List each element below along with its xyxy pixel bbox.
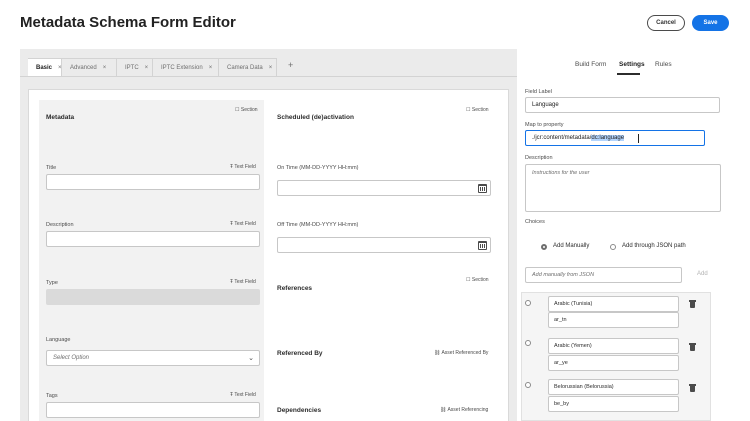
add-manually-label: Add Manually	[553, 243, 590, 249]
save-button[interactable]: Save	[692, 15, 729, 31]
title-label: Title	[46, 165, 57, 171]
field-label-input[interactable]: Language	[525, 97, 720, 113]
cancel-button[interactable]: Cancel	[647, 15, 685, 31]
text-field-tag: Ŧ Text Field	[230, 279, 256, 285]
top-bar: Metadata Schema Form Editor Cancel Save	[0, 0, 750, 48]
description-textarea[interactable]: Instructions for the user	[525, 164, 721, 212]
referenced-by-header[interactable]: Referenced By	[277, 350, 323, 357]
tags-field[interactable]	[46, 402, 260, 418]
tab-label: Basic	[36, 64, 53, 71]
editor-workspace: Basic × Advanced × IPTC × IPTC Extension…	[20, 49, 730, 421]
tab-rules[interactable]: Rules	[655, 61, 672, 68]
section-tag: ☐ Section	[466, 277, 489, 283]
language-label: Language	[46, 337, 71, 343]
add-json-label: Add through JSON path	[622, 243, 686, 249]
close-icon[interactable]: ×	[145, 65, 149, 71]
choice-radio[interactable]	[525, 340, 531, 346]
calendar-icon[interactable]	[478, 241, 487, 250]
add-json-radio[interactable]	[610, 244, 616, 250]
tab-build-form[interactable]: Build Form	[575, 61, 606, 68]
close-icon[interactable]: ×	[103, 65, 107, 71]
text-field-tag: Ŧ Text Field	[230, 392, 256, 398]
map-to-property-input[interactable]: ./jcr:content/metadata/dc:language	[525, 130, 705, 146]
section-tag: ☐ Section	[235, 107, 258, 113]
on-time-label: On Time (MM-DD-YYYY HH:mm)	[277, 165, 359, 171]
off-time-label: Off Time (MM-DD-YYYY HH:mm)	[277, 222, 359, 228]
dependencies-header[interactable]: Dependencies	[277, 407, 321, 414]
scheduled-section-header[interactable]: Scheduled (de)activation	[277, 114, 354, 121]
tab-label: Advanced	[70, 64, 97, 71]
type-field[interactable]	[46, 289, 260, 305]
tab-iptc[interactable]: IPTC ×	[117, 58, 153, 76]
tab-basic[interactable]: Basic ×	[28, 58, 62, 76]
tags-label: Tags	[46, 393, 58, 399]
page-title: Metadata Schema Form Editor	[20, 14, 236, 31]
add-manually-radio[interactable]	[541, 244, 547, 250]
asset-referenced-by-tag: ⛓ Asset Referenced By	[434, 350, 489, 356]
tab-settings[interactable]: Settings	[619, 61, 645, 68]
text-field-tag: Ŧ Text Field	[230, 221, 256, 227]
tab-camera-data[interactable]: Camera Data ×	[219, 58, 277, 76]
trash-icon[interactable]	[689, 300, 696, 308]
on-time-field[interactable]	[277, 180, 491, 196]
form-canvas: Metadata ☐ Section Title Ŧ Text Field De…	[28, 89, 509, 421]
choice-radio[interactable]	[525, 300, 531, 306]
choice-text-input[interactable]: Belorussian (Belorussia)	[548, 379, 679, 395]
description-label: Description	[46, 222, 74, 228]
close-icon[interactable]: ×	[209, 65, 213, 71]
text-field-tag: Ŧ Text Field	[230, 164, 256, 170]
tab-label: IPTC	[125, 64, 139, 71]
title-field[interactable]	[46, 174, 260, 190]
choice-text-input[interactable]: Arabic (Yemen)	[548, 338, 679, 354]
close-icon[interactable]: ×	[269, 65, 273, 71]
choice-radio[interactable]	[525, 382, 531, 388]
description-field[interactable]	[46, 231, 260, 247]
map-to-property-title: Map to property	[525, 122, 564, 128]
json-input[interactable]: Add manually from JSON	[525, 267, 682, 283]
choices-list: Arabic (Tunisia) ar_tn Arabic (Yemen) ar…	[521, 292, 711, 421]
field-label-title: Field Label	[525, 89, 552, 95]
column-1	[39, 100, 264, 421]
active-tab-indicator	[617, 73, 640, 75]
type-label: Type	[46, 280, 58, 286]
calendar-icon[interactable]	[478, 184, 487, 193]
section-tag: ☐ Section	[466, 107, 489, 113]
settings-panel: Build Form Settings Rules Field Label La…	[517, 49, 730, 421]
tab-iptc-extension[interactable]: IPTC Extension ×	[153, 58, 219, 76]
trash-icon[interactable]	[689, 343, 696, 351]
tab-label: IPTC Extension	[161, 64, 203, 71]
off-time-field[interactable]	[277, 237, 491, 253]
text-cursor	[638, 133, 640, 143]
add-button[interactable]: Add	[697, 271, 708, 277]
chevron-down-icon: ⌄	[248, 355, 254, 362]
choice-value-input[interactable]: ar_tn	[548, 312, 679, 328]
choice-value-input[interactable]: be_by	[548, 396, 679, 412]
choice-text-input[interactable]: Arabic (Tunisia)	[548, 296, 679, 312]
add-tab-button[interactable]: +	[288, 60, 293, 70]
metadata-section-header[interactable]: Metadata	[46, 114, 74, 121]
tab-bar: Basic × Advanced × IPTC × IPTC Extension…	[20, 49, 517, 77]
tab-advanced[interactable]: Advanced ×	[62, 58, 117, 76]
asset-referencing-tag: ⛓ Asset Referencing	[440, 407, 489, 413]
choices-title: Choices	[525, 219, 545, 225]
choice-value-input[interactable]: ar_ye	[548, 355, 679, 371]
close-icon[interactable]: ×	[58, 65, 62, 71]
language-select[interactable]: Select Option ⌄	[46, 350, 260, 366]
trash-icon[interactable]	[689, 384, 696, 392]
references-section-header[interactable]: References	[277, 285, 312, 292]
description-title: Description	[525, 155, 553, 161]
tab-label: Camera Data	[227, 64, 263, 71]
